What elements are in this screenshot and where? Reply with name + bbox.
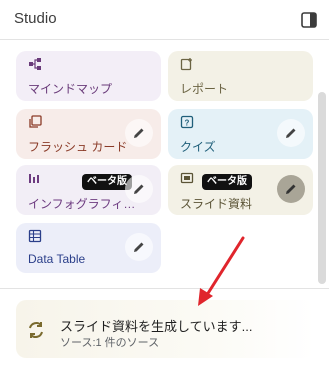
tile-infographic[interactable]: インフォグラフィ… ベータ版	[16, 165, 161, 215]
edit-data-table-button[interactable]	[125, 233, 153, 261]
status-subtitle: ソース:1 件のソース	[60, 337, 160, 349]
edit-slides-button[interactable]	[277, 175, 305, 203]
pencil-icon	[134, 242, 144, 252]
edit-flashcards-button[interactable]	[125, 119, 153, 147]
tile-label: マインドマップ	[28, 82, 113, 96]
tile-quiz[interactable]: ? クイズ	[168, 109, 313, 159]
tile-flashcards[interactable]: フラッシュ カード	[16, 109, 161, 159]
svg-text:?: ?	[185, 119, 190, 128]
scrollbar-thumb[interactable]	[318, 92, 326, 284]
edit-quiz-button[interactable]	[277, 119, 305, 147]
slides-icon	[180, 171, 194, 185]
beta-badge: ベータ版	[202, 174, 252, 190]
pencil-icon	[134, 128, 144, 138]
tile-mindmap[interactable]: マインドマップ	[16, 51, 161, 101]
pencil-icon	[134, 184, 144, 194]
status-title: スライド資料を生成しています...	[60, 319, 253, 334]
tile-label: レポート	[180, 82, 229, 96]
tile-label: Data Table	[28, 252, 86, 266]
divider	[0, 288, 329, 289]
generation-status: スライド資料を生成しています... ソース:1 件のソース	[16, 300, 314, 358]
mindmap-icon	[28, 57, 42, 71]
tile-slides[interactable]: スライド資料 ベータ版	[168, 165, 313, 215]
collapse-panel-icon[interactable]	[299, 10, 319, 30]
pencil-icon	[286, 184, 296, 194]
tile-data-table[interactable]: Data Table	[16, 223, 161, 273]
studio-tiles: マインドマップ レポート フラッシュ カード ? クイズ インフォグラフィ… ベ…	[0, 40, 329, 286]
tile-label: インフォグラフィ…	[28, 197, 136, 211]
tile-report[interactable]: レポート	[168, 51, 313, 101]
infographic-icon	[28, 171, 42, 185]
scrollbar[interactable]	[318, 92, 326, 284]
panel-title: Studio	[14, 10, 57, 27]
tile-label: クイズ	[180, 140, 216, 154]
studio-header: Studio	[0, 0, 329, 40]
flashcards-icon	[28, 115, 42, 129]
report-icon	[180, 57, 194, 71]
tile-label: フラッシュ カード	[28, 140, 128, 154]
loading-spinner-icon	[26, 320, 46, 340]
edit-infographic-button[interactable]	[125, 175, 153, 203]
quiz-icon: ?	[180, 115, 194, 129]
table-icon	[28, 229, 42, 243]
tile-label: スライド資料	[180, 197, 253, 211]
pencil-icon	[286, 128, 296, 138]
